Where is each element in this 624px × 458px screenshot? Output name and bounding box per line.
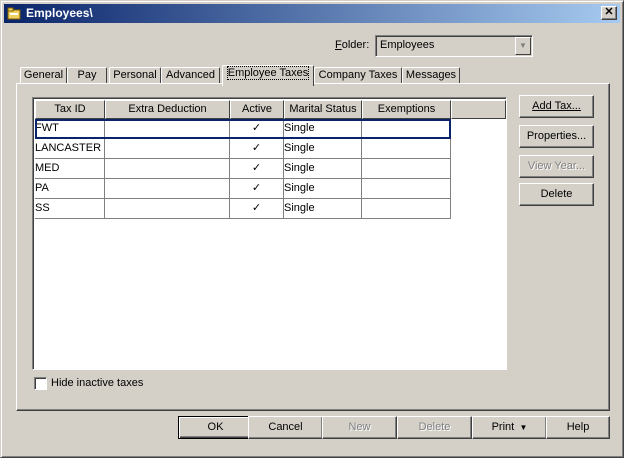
cell-extra-deduction[interactable]	[105, 139, 230, 159]
cell-tax-id[interactable]: PA	[35, 179, 105, 199]
cell-exemptions[interactable]	[362, 119, 451, 139]
checkmark-icon[interactable]: ✓	[230, 139, 284, 159]
tab-company-taxes[interactable]: Company Taxes	[314, 67, 402, 84]
properties-button[interactable]: Properties...	[519, 125, 594, 148]
folder-label: Folder:	[335, 39, 370, 51]
dropdown-arrow-icon: ▼	[517, 423, 528, 432]
column-header-tax-id[interactable]: Tax ID	[35, 100, 105, 119]
cell-tax-id[interactable]: FWT	[35, 119, 105, 139]
new-button[interactable]: New	[322, 416, 397, 439]
cell-marital-status[interactable]: Single	[284, 159, 362, 179]
column-header-exemptions[interactable]: Exemptions	[362, 100, 451, 119]
checkmark-icon[interactable]: ✓	[230, 159, 284, 179]
checkmark-icon[interactable]: ✓	[230, 119, 284, 139]
cell-exemptions[interactable]	[362, 139, 451, 159]
cell-marital-status[interactable]: Single	[284, 119, 362, 139]
cell-extra-deduction[interactable]	[105, 159, 230, 179]
checkmark-icon[interactable]: ✓	[230, 199, 284, 219]
cancel-button[interactable]: Cancel	[248, 416, 323, 439]
cell-exemptions[interactable]	[362, 179, 451, 199]
cell-exemptions[interactable]	[362, 159, 451, 179]
cell-exemptions[interactable]	[362, 199, 451, 219]
cell-extra-deduction[interactable]	[105, 199, 230, 219]
cell-extra-deduction[interactable]	[105, 179, 230, 199]
window-title: Employees\	[26, 6, 93, 20]
side-delete-button[interactable]: Delete	[519, 183, 594, 206]
folder-value: Employees	[380, 39, 435, 51]
add-tax-button[interactable]: Add Tax...	[519, 95, 594, 118]
ok-button[interactable]: OK	[178, 416, 253, 439]
folder-dropdown[interactable]: Employees ▼	[375, 35, 533, 57]
column-header-marital-status[interactable]: Marital Status	[284, 100, 362, 119]
help-button[interactable]: Help	[546, 416, 610, 439]
column-header-filler	[451, 100, 506, 119]
column-header-extra-deduction[interactable]: Extra Deduction	[105, 100, 230, 119]
chevron-down-icon[interactable]: ▼	[515, 37, 531, 55]
tab-employee-taxes[interactable]: Employee Taxes	[222, 65, 314, 86]
print-button[interactable]: Print ▼	[472, 416, 547, 439]
cell-extra-deduction[interactable]	[105, 119, 230, 139]
tab-messages[interactable]: Messages	[402, 67, 460, 84]
hide-inactive-checkbox[interactable]	[34, 377, 47, 390]
title-bar[interactable]: Employees\ ✕	[4, 4, 620, 23]
tab-pay[interactable]: Pay	[67, 67, 107, 84]
cell-tax-id[interactable]: LANCASTER	[35, 139, 105, 159]
cell-tax-id[interactable]: SS	[35, 199, 105, 219]
folder-icon	[7, 7, 21, 20]
close-button[interactable]: ✕	[601, 6, 617, 20]
checkmark-icon[interactable]: ✓	[230, 179, 284, 199]
cell-marital-status[interactable]: Single	[284, 179, 362, 199]
tab-personal[interactable]: Personal	[109, 67, 161, 84]
cell-marital-status[interactable]: Single	[284, 139, 362, 159]
tab-advanced[interactable]: Advanced	[161, 67, 220, 84]
cell-tax-id[interactable]: MED	[35, 159, 105, 179]
column-header-active[interactable]: Active	[230, 100, 284, 119]
view-year-button[interactable]: View Year...	[519, 155, 594, 178]
taxes-grid[interactable]: Tax ID Extra Deduction Active Marital St…	[32, 97, 507, 370]
hide-inactive-label[interactable]: Hide inactive taxes	[51, 377, 143, 389]
close-icon: ✕	[604, 6, 614, 18]
tab-general[interactable]: General	[20, 67, 67, 84]
delete-button[interactable]: Delete	[397, 416, 472, 439]
cell-marital-status[interactable]: Single	[284, 199, 362, 219]
employees-window: Employees\ ✕ Folder: Employees ▼ General…	[0, 0, 624, 458]
